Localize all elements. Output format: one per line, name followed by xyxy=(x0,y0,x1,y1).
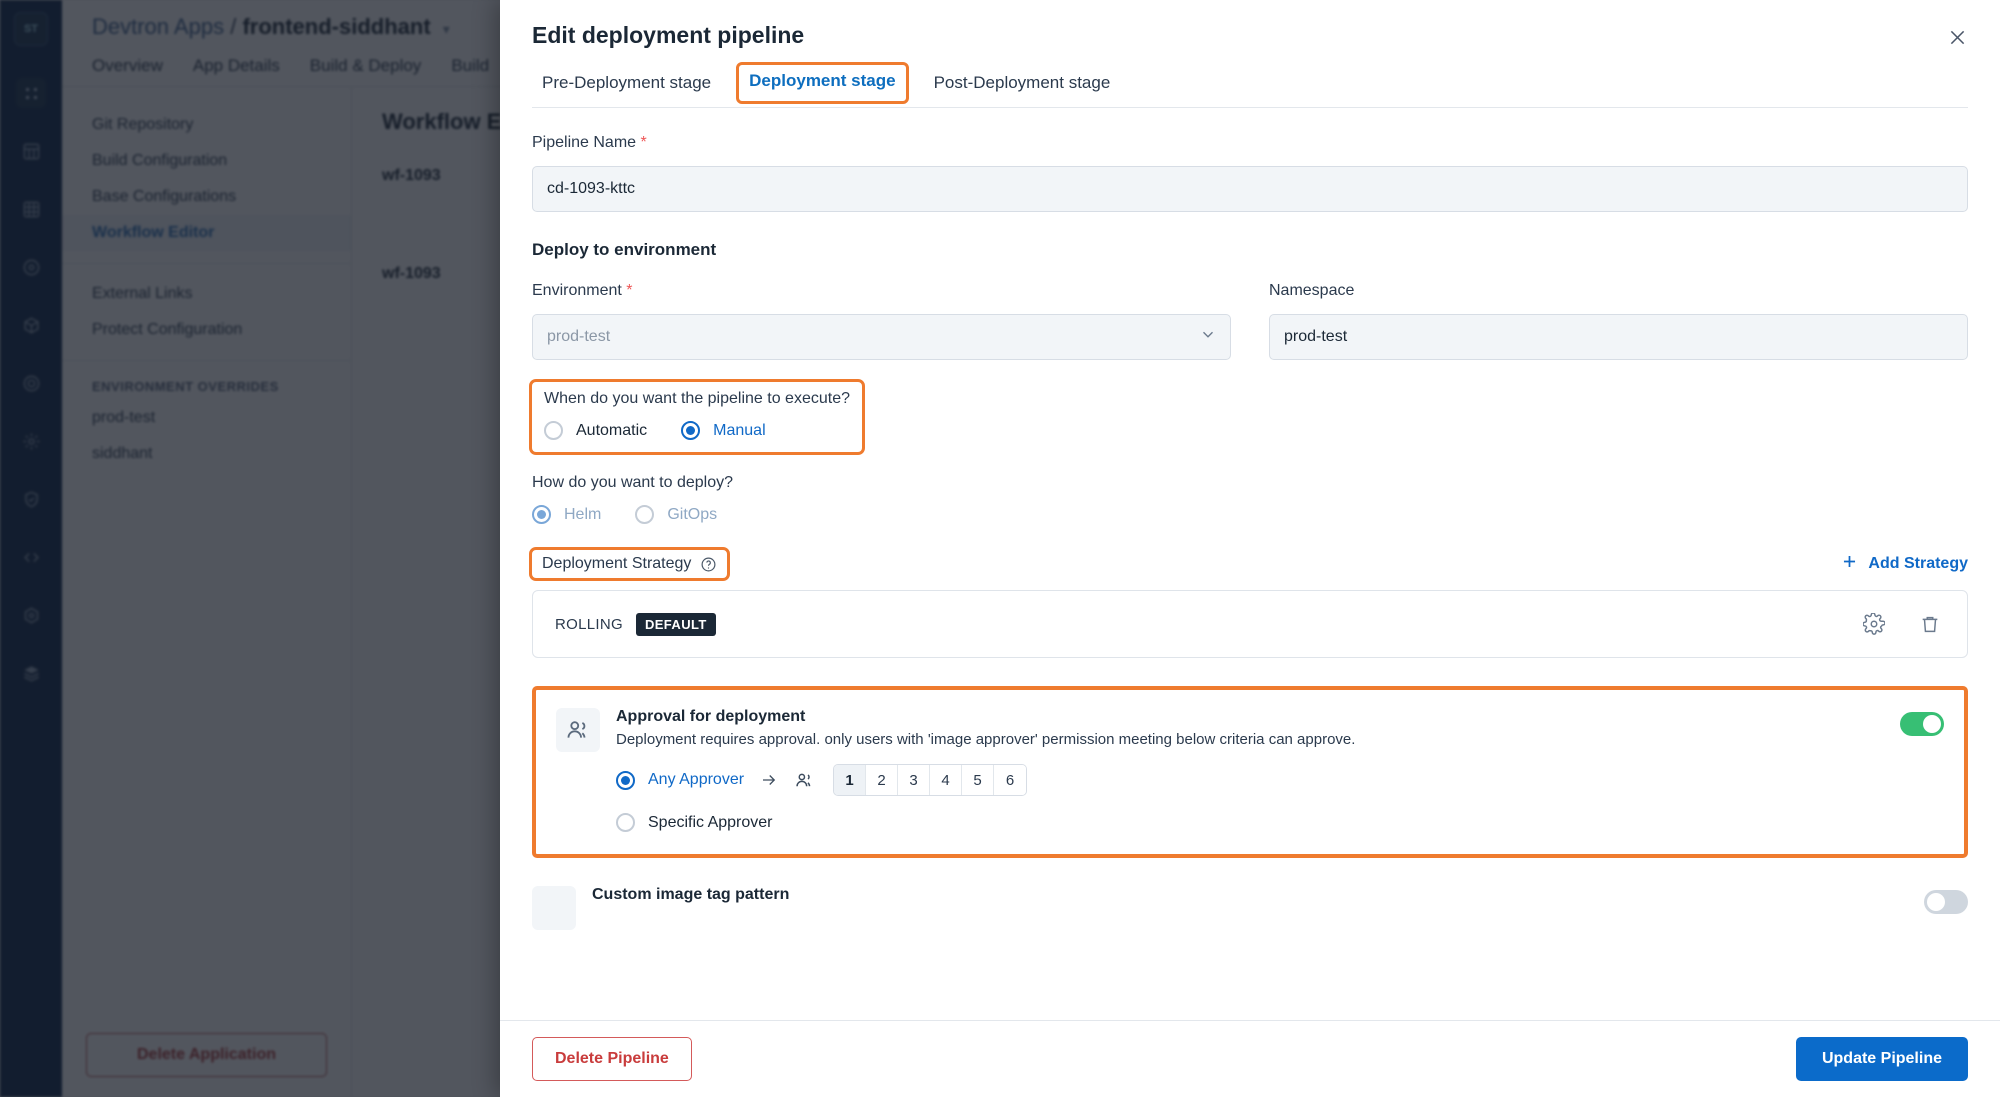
arrow-right-icon xyxy=(760,771,778,789)
approver-count-3[interactable]: 3 xyxy=(898,765,931,795)
close-icon[interactable] xyxy=(1940,20,1974,54)
environment-select[interactable]: prod-test xyxy=(532,314,1231,360)
radio-manual-label: Manual xyxy=(713,421,766,439)
radio-specific-approver-control[interactable] xyxy=(616,813,635,832)
approver-count-5[interactable]: 5 xyxy=(962,765,995,795)
environment-select-wrap: prod-test xyxy=(532,314,1231,360)
deploy-method-question: How do you want to deploy? xyxy=(532,474,734,491)
tag-icon xyxy=(532,886,576,930)
environment-label-text: Environment xyxy=(532,282,622,299)
approver-count-1[interactable]: 1 xyxy=(834,765,867,795)
custom-image-tag-section: Custom image tag pattern xyxy=(532,886,1968,930)
strategy-default-badge: DEFAULT xyxy=(635,612,716,636)
radio-automatic-label: Automatic xyxy=(576,421,648,439)
users-approval-icon xyxy=(556,708,600,752)
environment-label: Environment * xyxy=(532,282,1231,300)
radio-helm-control[interactable] xyxy=(532,505,551,524)
approver-count-4[interactable]: 4 xyxy=(930,765,963,795)
radio-helm-label: Helm xyxy=(564,505,602,523)
radio-any-approver-label: Any Approver xyxy=(648,771,745,788)
plus-icon xyxy=(1840,552,1859,576)
approver-count-2[interactable]: 2 xyxy=(866,765,899,795)
add-strategy-button[interactable]: Add Strategy xyxy=(1840,552,1968,576)
radio-gitops[interactable]: GitOps xyxy=(635,505,717,524)
modal-stage-tabs: Pre-Deployment stage Deployment stage Po… xyxy=(532,62,1968,108)
radio-automatic-control[interactable] xyxy=(544,421,563,440)
radio-automatic[interactable]: Automatic xyxy=(544,421,647,440)
radio-helm[interactable]: Helm xyxy=(532,505,601,524)
radio-any-approver[interactable]: Any Approver 1 2 3 4 5 6 xyxy=(616,764,1884,796)
pipeline-name-input[interactable]: cd-1093-kttc xyxy=(532,166,1968,212)
radio-gitops-control[interactable] xyxy=(635,505,655,524)
modal-body: Pipeline Name * cd-1093-kttc Deploy to e… xyxy=(500,108,2000,1020)
execute-trigger-group: When do you want the pipeline to execute… xyxy=(529,379,865,455)
update-pipeline-button[interactable]: Update Pipeline xyxy=(1795,1037,1968,1081)
custom-image-tag-toggle[interactable] xyxy=(1924,890,1968,914)
edit-deployment-pipeline-modal: Edit deployment pipeline Pre-Deployment … xyxy=(500,0,2000,1097)
radio-gitops-label: GitOps xyxy=(667,505,718,523)
deployment-strategy-heading-group: Deployment Strategy xyxy=(528,547,731,581)
radio-manual-control[interactable] xyxy=(681,421,701,440)
tab-pre-deployment-stage[interactable]: Pre-Deployment stage xyxy=(532,67,721,107)
delete-pipeline-button[interactable]: Delete Pipeline xyxy=(532,1037,692,1081)
gear-icon[interactable] xyxy=(1859,609,1889,639)
tab-post-deployment-stage[interactable]: Post-Deployment stage xyxy=(924,67,1121,107)
chevron-down-icon[interactable] xyxy=(1199,326,1217,349)
radio-manual[interactable]: Manual xyxy=(681,421,766,440)
approval-description: Deployment requires approval. only users… xyxy=(616,731,1356,748)
execute-trigger-question: When do you want the pipeline to execute… xyxy=(544,390,850,407)
trash-icon[interactable] xyxy=(1915,609,1945,639)
namespace-input[interactable]: prod-test xyxy=(1269,314,1968,360)
strategy-row-rolling: ROLLING DEFAULT xyxy=(532,590,1968,658)
modal-title: Edit deployment pipeline xyxy=(532,22,805,48)
approver-count-6[interactable]: 6 xyxy=(994,765,1027,795)
approval-toggle[interactable] xyxy=(1900,712,1944,736)
radio-specific-approver-label: Specific Approver xyxy=(648,813,773,831)
strategy-name: ROLLING xyxy=(555,615,623,633)
custom-image-tag-title: Custom image tag pattern xyxy=(592,886,790,903)
pipeline-name-label: Pipeline Name * xyxy=(532,134,1968,152)
required-marker-env: * xyxy=(626,282,633,299)
deploy-to-environment-heading: Deploy to environment xyxy=(532,240,717,259)
namespace-label: Namespace xyxy=(1269,282,1355,299)
deployment-strategy-label: Deployment Strategy xyxy=(542,555,692,572)
add-strategy-label: Add Strategy xyxy=(1868,555,1968,572)
users-icon xyxy=(794,770,815,791)
required-marker: * xyxy=(640,134,647,151)
approval-for-deployment-section: Approval for deployment Deployment requi… xyxy=(532,686,1968,858)
radio-any-approver-control[interactable] xyxy=(616,770,635,790)
approver-count-group[interactable]: 1 2 3 4 5 6 xyxy=(833,764,1028,796)
approval-title: Approval for deployment xyxy=(616,708,806,725)
pipeline-name-label-text: Pipeline Name xyxy=(532,134,637,151)
modal-header: Edit deployment pipeline Pre-Deployment … xyxy=(500,0,2000,108)
radio-specific-approver[interactable]: Specific Approver xyxy=(616,813,1884,832)
modal-footer: Delete Pipeline Update Pipeline xyxy=(500,1020,2000,1097)
tab-deployment-stage[interactable]: Deployment stage xyxy=(736,62,909,104)
help-circle-icon[interactable] xyxy=(700,556,717,573)
